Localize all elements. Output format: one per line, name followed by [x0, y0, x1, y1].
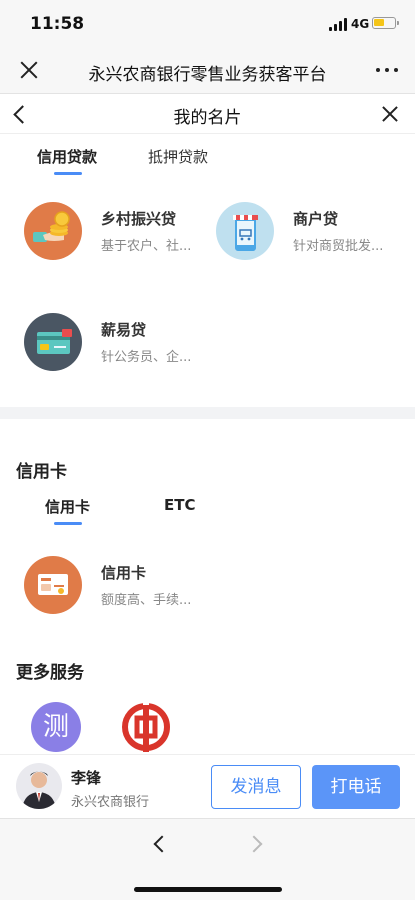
rural-revitalization-icon: [24, 202, 82, 260]
contact-org: 永兴农商银行: [71, 795, 150, 810]
status-bar: 11:58 4G: [0, 0, 415, 48]
page-title: 我的名片: [173, 108, 242, 128]
section-divider: [0, 407, 415, 419]
product-desc: 针对商贸批发...: [293, 239, 384, 254]
status-time: 11:58: [30, 14, 85, 34]
active-tab-indicator: [54, 172, 82, 175]
loan-tabs: 信用贷款 抵押贷款: [0, 146, 415, 182]
app-title: 永兴农商银行零售业务获客平台: [88, 65, 327, 85]
tab-etc[interactable]: ETC: [164, 496, 196, 514]
salary-card-icon: [24, 313, 82, 371]
back-icon[interactable]: [8, 103, 30, 125]
product-salary-loan[interactable]: 薪易贷 针公务员、企...: [24, 313, 214, 377]
signal-icon: [329, 18, 347, 31]
browser-toolbar: [0, 818, 415, 900]
product-name: 薪易贷: [101, 321, 147, 339]
wechat-header: 永兴农商银行零售业务获客平台: [0, 48, 415, 94]
product-desc: 额度高、手续...: [101, 593, 192, 608]
send-message-button[interactable]: 发消息: [211, 765, 301, 809]
bank-logo-icon[interactable]: [121, 702, 171, 752]
product-name: 信用卡: [101, 564, 147, 582]
active-tab-indicator: [54, 522, 82, 525]
product-name: 商户贷: [293, 210, 339, 228]
ce-char-icon[interactable]: 测: [31, 702, 81, 752]
main-content: 信用贷款 抵押贷款 乡村振兴贷 基于农户、社... 商户贷 针对商贸批发... …: [0, 134, 415, 754]
product-rural-loan[interactable]: 乡村振兴贷 基于农户、社...: [24, 202, 214, 266]
page-header: 我的名片: [0, 94, 415, 134]
tab-mortgage-loan[interactable]: 抵押贷款: [148, 146, 208, 167]
battery-fill: [374, 19, 384, 26]
network-label: 4G: [351, 17, 370, 31]
merchant-shop-icon: [216, 202, 274, 260]
close-icon[interactable]: [18, 59, 40, 81]
tab-credit-card[interactable]: 信用卡: [45, 496, 90, 517]
product-credit-card[interactable]: 信用卡 额度高、手续...: [24, 556, 214, 620]
credit-card-section-title: 信用卡: [16, 462, 67, 482]
call-button[interactable]: 打电话: [312, 765, 400, 809]
product-name: 乡村振兴贷: [101, 210, 177, 228]
nav-forward-icon[interactable]: [248, 835, 266, 853]
avatar: [16, 763, 62, 809]
nav-back-icon[interactable]: [150, 835, 168, 853]
contact-name: 李锋: [71, 769, 102, 787]
credit-card-tabs: 信用卡 ETC: [0, 496, 415, 532]
home-indicator: [134, 887, 282, 892]
more-options-icon[interactable]: [376, 68, 398, 74]
product-desc: 基于农户、社...: [101, 239, 192, 254]
contact-bar: 李锋 永兴农商银行 发消息 打电话: [0, 754, 415, 818]
more-services-title: 更多服务: [16, 663, 84, 683]
product-merchant-loan[interactable]: 商户贷 针对商贸批发...: [216, 202, 406, 266]
bank-card-icon: [24, 556, 82, 614]
product-desc: 针公务员、企...: [101, 350, 192, 365]
battery-icon: [372, 17, 399, 29]
tab-credit-loan[interactable]: 信用贷款: [37, 146, 97, 167]
page-close-icon[interactable]: [380, 104, 400, 124]
